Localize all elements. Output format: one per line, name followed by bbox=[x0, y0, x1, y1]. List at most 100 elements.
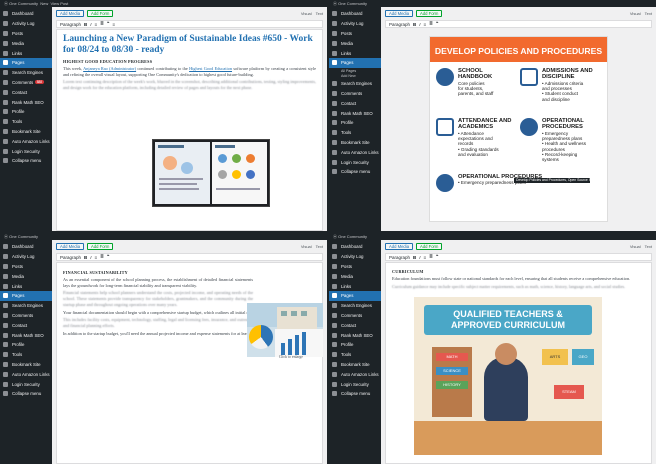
number-list-button[interactable]: ≣ bbox=[429, 254, 433, 260]
editor-body[interactable]: FINANCIAL SUSTAINABILITY As an essential… bbox=[56, 262, 323, 464]
add-media-button[interactable]: Add Media bbox=[56, 10, 85, 17]
quote-button[interactable]: ❝ bbox=[107, 21, 109, 27]
sidebar-item-pages[interactable]: Pages bbox=[0, 57, 52, 68]
add-form-button[interactable]: Add Form bbox=[87, 10, 114, 17]
sidebar-item-tools[interactable]: Tools bbox=[329, 350, 381, 360]
sidebar-item-comments[interactable]: Comments bbox=[329, 311, 381, 321]
sidebar-item-links[interactable]: Links bbox=[0, 281, 52, 291]
wordpress-icon[interactable]: ⓦ bbox=[4, 234, 8, 239]
bullet-list-button[interactable]: ≡ bbox=[95, 22, 98, 27]
sidebar-item-bookmark[interactable]: Bookmark Site bbox=[329, 138, 381, 148]
tab-text[interactable]: Text bbox=[316, 11, 323, 16]
sidebar-item-media[interactable]: Media bbox=[0, 38, 52, 48]
sidebar-item-bookmark[interactable]: Bookmark Site bbox=[329, 360, 381, 370]
sidebar-item-rank-math[interactable]: Rank Math SEO bbox=[329, 108, 381, 118]
sidebar-item-search-engines[interactable]: Search Engines bbox=[0, 301, 52, 311]
wordpress-icon[interactable]: ⓦ bbox=[333, 234, 337, 239]
sidebar-item-amazon[interactable]: Auto Amazon Links bbox=[329, 369, 381, 379]
site-name[interactable]: One Community bbox=[9, 1, 38, 6]
sidebar-item-login-security[interactable]: Login Security bbox=[329, 379, 381, 389]
view-post-link[interactable]: View Post bbox=[51, 1, 69, 6]
quote-button[interactable]: ❝ bbox=[107, 254, 109, 260]
site-name[interactable]: One Community bbox=[338, 1, 367, 6]
education-link[interactable]: Highest Good Education bbox=[189, 66, 232, 71]
sidebar-item-amazon[interactable]: Auto Amazon Links bbox=[0, 136, 52, 146]
sidebar-item-login-security[interactable]: Login Security bbox=[0, 146, 52, 156]
sidebar-item-pages[interactable]: Pages bbox=[329, 290, 381, 301]
sidebar-item-dashboard[interactable]: Dashboard bbox=[0, 9, 52, 19]
sidebar-item-tools[interactable]: Tools bbox=[0, 350, 52, 360]
sidebar-item-profile[interactable]: Profile bbox=[0, 340, 52, 350]
sidebar-item-links[interactable]: Links bbox=[329, 281, 381, 291]
sidebar-item-comments[interactable]: Comments bbox=[0, 311, 52, 321]
new-link[interactable]: New bbox=[40, 1, 48, 6]
tab-text[interactable]: Text bbox=[316, 244, 323, 249]
sidebar-item-comments[interactable]: Comments 888 bbox=[0, 78, 52, 88]
sidebar-item-media[interactable]: Media bbox=[0, 271, 52, 281]
wordpress-icon[interactable]: ⓦ bbox=[333, 1, 337, 6]
sidebar-collapse[interactable]: Collapse menu bbox=[329, 167, 381, 177]
format-select[interactable]: Paragraph bbox=[389, 22, 410, 27]
bold-button[interactable]: B bbox=[413, 22, 416, 27]
sidebar-item-rank-math[interactable]: Rank Math SEO bbox=[0, 330, 52, 340]
sidebar-collapse[interactable]: Collapse menu bbox=[0, 156, 52, 166]
add-form-button[interactable]: Add Form bbox=[416, 10, 443, 17]
sidebar-item-amazon[interactable]: Auto Amazon Links bbox=[0, 369, 52, 379]
sidebar-item-contact[interactable]: Contact bbox=[329, 98, 381, 108]
format-select[interactable]: Paragraph bbox=[389, 255, 410, 260]
sidebar-item-posts[interactable]: Posts bbox=[329, 262, 381, 272]
sidebar-item-activity-log[interactable]: Activity Log bbox=[329, 19, 381, 29]
sidebar-item-contact[interactable]: Contact bbox=[329, 320, 381, 330]
sidebar-item-profile[interactable]: Profile bbox=[329, 118, 381, 128]
sidebar-item-dashboard[interactable]: Dashboard bbox=[329, 242, 381, 252]
sidebar-item-profile[interactable]: Profile bbox=[329, 340, 381, 350]
sidebar-item-contact[interactable]: Contact bbox=[0, 320, 52, 330]
format-select[interactable]: Paragraph bbox=[60, 255, 81, 260]
align-button[interactable]: ≡ bbox=[112, 22, 115, 27]
number-list-button[interactable]: ≣ bbox=[100, 21, 104, 27]
tab-visual[interactable]: Visual bbox=[301, 11, 312, 16]
bold-button[interactable]: B bbox=[413, 255, 416, 260]
sidebar-item-bookmark[interactable]: Bookmark Site bbox=[0, 360, 52, 370]
sidebar-item-pages[interactable]: Pages bbox=[329, 57, 381, 68]
sidebar-item-media[interactable]: Media bbox=[329, 271, 381, 281]
screenshot-image[interactable] bbox=[152, 139, 270, 207]
sidebar-item-links[interactable]: Links bbox=[0, 48, 52, 58]
admin-link[interactable]: Anjaneya Rao (Administrator) bbox=[83, 66, 136, 71]
add-form-button[interactable]: Add Form bbox=[87, 243, 114, 250]
number-list-button[interactable]: ≣ bbox=[429, 21, 433, 27]
sidebar-collapse[interactable]: Collapse menu bbox=[329, 389, 381, 399]
number-list-button[interactable]: ≣ bbox=[100, 254, 104, 260]
italic-button[interactable]: I bbox=[419, 255, 420, 260]
sidebar-item-activity-log[interactable]: Activity Log bbox=[0, 252, 52, 262]
bullet-list-button[interactable]: ≡ bbox=[424, 22, 427, 27]
sidebar-item-posts[interactable]: Posts bbox=[329, 29, 381, 39]
tab-visual[interactable]: Visual bbox=[630, 11, 641, 16]
sidebar-item-activity-log[interactable]: Activity Log bbox=[0, 19, 52, 29]
quote-button[interactable]: ❝ bbox=[436, 254, 438, 260]
bullet-list-button[interactable]: ≡ bbox=[424, 255, 427, 260]
bold-button[interactable]: B bbox=[84, 255, 87, 260]
sidebar-item-pages[interactable]: Pages bbox=[0, 290, 52, 301]
format-select[interactable]: Paragraph bbox=[60, 22, 81, 27]
sidebar-item-comments[interactable]: Comments bbox=[329, 89, 381, 99]
sidebar-item-tools[interactable]: Tools bbox=[0, 117, 52, 127]
add-media-button[interactable]: Add Media bbox=[385, 10, 414, 17]
teachers-image[interactable]: QUALIFIED TEACHERS & APPROVED CURRICULUM… bbox=[414, 297, 602, 455]
italic-button[interactable]: I bbox=[419, 22, 420, 27]
sidebar-item-login-security[interactable]: Login Security bbox=[329, 157, 381, 167]
sidebar-collapse[interactable]: Collapse menu bbox=[0, 389, 52, 399]
sidebar-item-contact[interactable]: Contact bbox=[0, 87, 52, 97]
italic-button[interactable]: I bbox=[90, 255, 91, 260]
sidebar-item-search-engines[interactable]: Search Engines bbox=[0, 68, 52, 78]
sidebar-item-activity-log[interactable]: Activity Log bbox=[329, 252, 381, 262]
bold-button[interactable]: B bbox=[84, 22, 87, 27]
quote-button[interactable]: ❝ bbox=[436, 21, 438, 27]
image-caption[interactable]: Click to enlarge bbox=[279, 355, 303, 359]
add-form-button[interactable]: Add Form bbox=[416, 243, 443, 250]
site-name[interactable]: One Community bbox=[9, 234, 38, 239]
tab-visual[interactable]: Visual bbox=[630, 244, 641, 249]
sidebar-item-dashboard[interactable]: Dashboard bbox=[0, 242, 52, 252]
sidebar-item-profile[interactable]: Profile bbox=[0, 107, 52, 117]
sidebar-item-login-security[interactable]: Login Security bbox=[0, 379, 52, 389]
